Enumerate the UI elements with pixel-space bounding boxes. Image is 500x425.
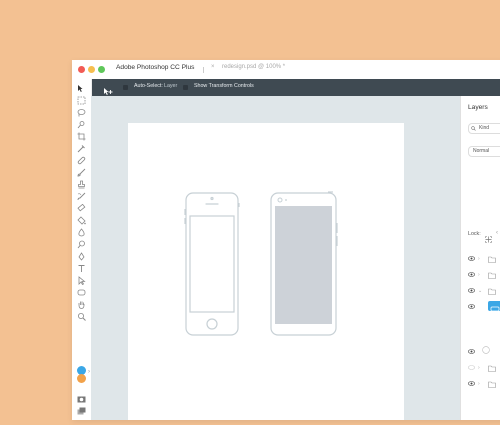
swap-colors-icon[interactable]: › (88, 369, 90, 375)
artboard[interactable] (128, 123, 404, 420)
eraser-icon[interactable] (77, 204, 86, 213)
history-brush-icon[interactable] (77, 192, 86, 201)
visibility-eye-icon[interactable] (467, 381, 476, 388)
expand-chevron-icon[interactable]: ⌄ (478, 288, 482, 294)
transform-controls-checkbox[interactable] (183, 85, 188, 90)
expand-chevron-icon[interactable]: › (478, 256, 480, 262)
expand-chevron-icon[interactable]: › (478, 381, 480, 387)
folder-icon (488, 272, 496, 279)
layers-panel: Layers Kind Normal Lock: ‹ › › ⌄ › › (460, 96, 500, 420)
visibility-eye-icon[interactable] (467, 349, 476, 356)
close-tab-icon[interactable]: × (211, 64, 215, 70)
paint-bucket-icon[interactable] (77, 216, 86, 225)
brush-icon[interactable] (77, 168, 86, 177)
layer-row[interactable]: › (461, 269, 500, 283)
phone-mockups-illustration (184, 191, 338, 336)
app-title: Adobe Photoshop CC Plus (116, 64, 195, 71)
maximize-window-button[interactable] (98, 66, 105, 73)
canvas-area[interactable] (91, 96, 460, 420)
layer-row[interactable]: › (461, 362, 500, 376)
visibility-eye-icon[interactable] (467, 256, 476, 263)
layer-row[interactable] (461, 346, 500, 360)
background-color-swatch[interactable] (77, 374, 86, 383)
layer-filter-value: Kind (479, 125, 490, 131)
crop-icon[interactable] (77, 132, 86, 141)
auto-select-label: Auto-Select: (134, 83, 163, 89)
marquee-icon[interactable] (77, 96, 86, 105)
layer-filter-dropdown[interactable]: Kind (468, 123, 500, 134)
path-select-icon[interactable] (77, 276, 86, 285)
zoom-icon[interactable] (77, 312, 86, 321)
folder-icon (488, 365, 496, 372)
layer-row[interactable]: › (461, 253, 500, 267)
dodge-icon[interactable] (77, 240, 86, 249)
tools-panel: › (72, 79, 92, 420)
blend-mode-value: Normal (473, 148, 490, 154)
options-bar: Auto-Select: Layer Show Transform Contro… (91, 79, 500, 96)
layer-row[interactable]: › (461, 378, 500, 392)
blend-mode-dropdown[interactable]: Normal (468, 146, 500, 157)
document-tab[interactable]: redesign.psd @ 100% * (222, 64, 285, 70)
stamp-icon[interactable] (77, 180, 86, 189)
shape-icon[interactable] (77, 288, 86, 297)
visibility-hidden-icon[interactable] (467, 365, 476, 372)
transform-controls-label: Show Transform Controls (194, 83, 254, 89)
layer-thumbnail-icon (488, 301, 500, 312)
iphone-outline-left (184, 192, 240, 336)
eyedropper-icon[interactable] (77, 144, 86, 153)
layer-row[interactable]: ⌄ (461, 285, 500, 299)
photoshop-window: Adobe Photoshop CC Plus × redesign.psd @… (72, 60, 500, 420)
visibility-eye-icon[interactable] (467, 304, 476, 311)
auto-select-checkbox[interactable] (123, 85, 128, 90)
pen-icon[interactable] (77, 252, 86, 261)
hand-icon[interactable] (77, 300, 86, 309)
healing-icon[interactable] (77, 156, 86, 165)
visibility-eye-icon[interactable] (467, 272, 476, 279)
blur-icon[interactable] (77, 228, 86, 237)
lock-more-icon[interactable]: ‹ (496, 230, 498, 236)
quick-select-icon[interactable] (77, 120, 86, 129)
lock-label: Lock: (468, 231, 481, 237)
lock-position-icon[interactable] (485, 230, 492, 248)
folder-icon (488, 256, 496, 263)
screen-mode-icon[interactable] (77, 407, 86, 416)
visibility-eye-icon[interactable] (467, 288, 476, 295)
layer-row[interactable] (461, 301, 500, 315)
folder-icon (488, 381, 496, 388)
circle-thumbnail-icon (482, 346, 490, 354)
title-bar: Adobe Photoshop CC Plus × redesign.psd @… (72, 60, 500, 80)
title-divider (203, 67, 204, 73)
move-tool-icon[interactable] (77, 84, 86, 93)
type-icon[interactable] (77, 264, 86, 273)
expand-chevron-icon[interactable]: › (478, 272, 480, 278)
minimize-window-button[interactable] (88, 66, 95, 73)
folder-icon (488, 288, 496, 295)
lasso-icon[interactable] (77, 108, 86, 117)
search-icon (471, 126, 476, 131)
close-window-button[interactable] (78, 66, 85, 73)
layers-panel-title: Layers (468, 104, 488, 111)
auto-select-dropdown[interactable]: Layer (164, 83, 177, 89)
expand-chevron-icon[interactable]: › (478, 365, 480, 371)
phone-outline-right (270, 191, 338, 336)
